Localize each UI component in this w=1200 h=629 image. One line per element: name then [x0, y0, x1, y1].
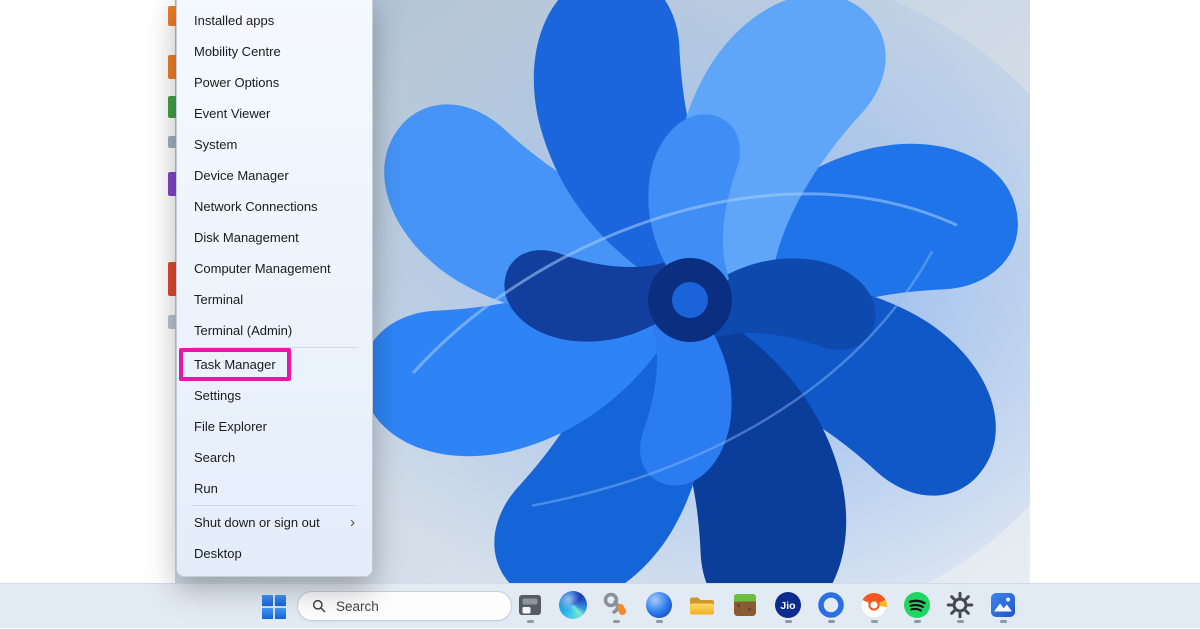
search-icon: [311, 598, 327, 614]
running-indicator: [613, 620, 620, 623]
menu-item-file-explorer[interactable]: File Explorer: [182, 411, 367, 442]
taskbar-icon-jio[interactable]: Jio: [772, 587, 804, 627]
running-indicator: [828, 620, 835, 623]
running-indicator: [785, 620, 792, 623]
annotated-menu-item-label: Task Manager: [179, 348, 291, 381]
taskbar-icon-settings-gear[interactable]: [944, 587, 976, 627]
menu-item-label: Event Viewer: [194, 106, 270, 121]
menu-item-label: Settings: [194, 388, 241, 403]
svg-text:Jio: Jio: [780, 600, 795, 612]
menu-item-label: Device Manager: [194, 168, 289, 183]
menu-item-label: File Explorer: [194, 419, 267, 434]
taskbar-icon-file-explorer[interactable]: [686, 587, 718, 627]
taskbar-search[interactable]: Search: [297, 591, 512, 621]
menu-item-run[interactable]: Run: [182, 473, 367, 504]
taskbar-icon-grass-block-app[interactable]: [729, 587, 761, 627]
menu-item-power-options[interactable]: Power Options: [182, 67, 367, 98]
menu-item-terminal[interactable]: Terminal: [182, 284, 367, 315]
taskbar-icon-ring-app[interactable]: [815, 587, 847, 627]
menu-item-network-connections[interactable]: Network Connections: [182, 191, 367, 222]
menu-item-computer-management[interactable]: Computer Management: [182, 253, 367, 284]
menu-item-label: Search: [194, 450, 235, 465]
context-menu-list: Installed apps Mobility Centre Power Optio…: [182, 5, 367, 569]
taskbar-icon-app-window[interactable]: [514, 587, 546, 627]
app-window-icon: [516, 591, 544, 619]
menu-item-label: Disk Management: [194, 230, 299, 245]
menu-item-label: Mobility Centre: [194, 44, 281, 59]
taskbar: Search Jio: [0, 583, 1200, 628]
taskbar-icon-blue-sphere-app[interactable]: [643, 587, 675, 627]
running-indicator: [914, 620, 921, 623]
menu-item-label: Power Options: [194, 75, 279, 90]
windows-logo-icon: [262, 595, 286, 619]
edge-icon: [559, 591, 587, 619]
menu-item-event-viewer[interactable]: Event Viewer: [182, 98, 367, 129]
menu-item-disk-management[interactable]: Disk Management: [182, 222, 367, 253]
taskbar-icon-photos[interactable]: [987, 587, 1019, 627]
file-explorer-icon: [688, 591, 716, 619]
start-button[interactable]: [260, 593, 287, 620]
menu-item-shut-down-or-sign-out[interactable]: Shut down or sign out ›: [182, 507, 367, 538]
menu-item-label: Run: [194, 481, 218, 496]
grass-block-app-icon: [731, 591, 759, 619]
menu-item-terminal-admin[interactable]: Terminal (Admin): [182, 315, 367, 346]
menu-item-label: Network Connections: [194, 199, 318, 214]
menu-item-label: Terminal (Admin): [194, 323, 292, 338]
running-indicator: [1000, 620, 1007, 623]
menu-item-mobility-centre[interactable]: Mobility Centre: [182, 36, 367, 67]
taskbar-icon-edge[interactable]: [557, 587, 589, 627]
running-indicator: [656, 620, 663, 623]
taskbar-icon-row: Jio: [514, 584, 1019, 629]
photos-icon: [989, 591, 1017, 619]
menu-item-installed-apps[interactable]: Installed apps: [182, 5, 367, 36]
jio-icon: Jio: [774, 591, 802, 619]
running-indicator: [871, 620, 878, 623]
running-indicator: [957, 620, 964, 623]
ring-app-icon: [817, 591, 845, 619]
submenu-chevron-icon: ›: [350, 515, 355, 530]
menu-item-device-manager[interactable]: Device Manager: [182, 160, 367, 191]
menu-item-label: Computer Management: [194, 261, 331, 276]
browser-app-icon: [860, 591, 888, 619]
running-indicator: [527, 620, 534, 623]
search-placeholder: Search: [336, 599, 379, 614]
menu-item-system[interactable]: System: [182, 129, 367, 160]
menu-item-task-manager[interactable]: Task Manager: [182, 349, 367, 380]
menu-item-label: Shut down or sign out: [194, 515, 320, 530]
menu-separator: [192, 505, 357, 506]
taskbar-icon-browser-app[interactable]: [858, 587, 890, 627]
menu-item-desktop[interactable]: Desktop: [182, 538, 367, 569]
menu-item-label: Terminal: [194, 292, 243, 307]
menu-item-label: System: [194, 137, 237, 152]
menu-item-search[interactable]: Search: [182, 442, 367, 473]
menu-item-label: Desktop: [194, 546, 242, 561]
utility-app-icon: [602, 591, 630, 619]
taskbar-icon-utility-app[interactable]: [600, 587, 632, 627]
menu-item-settings[interactable]: Settings: [182, 380, 367, 411]
taskbar-icon-spotify[interactable]: [901, 587, 933, 627]
blue-sphere-app-icon: [645, 591, 673, 619]
spotify-icon: [903, 591, 931, 619]
menu-item-label: Installed apps: [194, 13, 274, 28]
context-menu: Installed apps Mobility Centre Power Optio…: [176, 0, 373, 577]
settings-gear-icon: [946, 591, 974, 619]
